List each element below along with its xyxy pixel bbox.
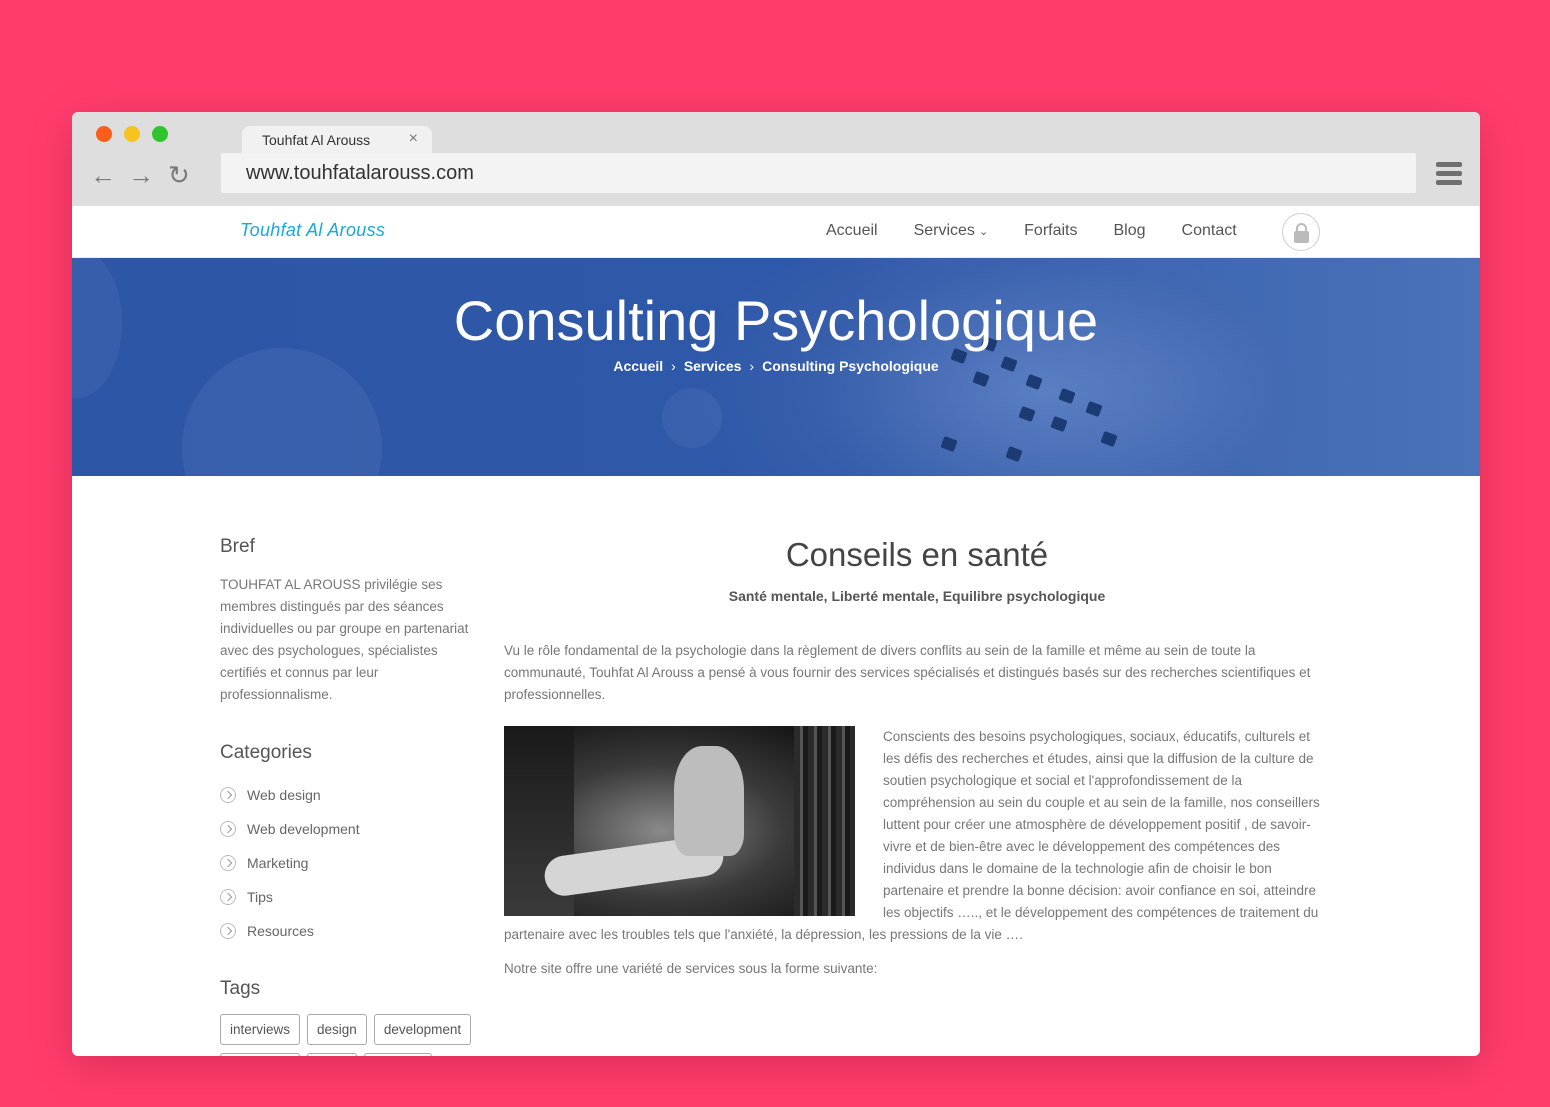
categories-heading: Categories bbox=[220, 742, 312, 763]
chevron-circle-icon bbox=[220, 821, 236, 837]
bref-heading: Bref bbox=[220, 536, 255, 557]
nav-item-services[interactable]: Services ⌄ bbox=[914, 222, 989, 240]
maximize-window-button[interactable] bbox=[152, 126, 168, 142]
browser-chrome: Touhfat Al Arouss × ← → ↻ bbox=[72, 112, 1480, 206]
intro-paragraph: Vu le rôle fondamental de la psychologie… bbox=[504, 643, 1311, 702]
main-content: Conseils en santé Santé mentale, Liberté… bbox=[504, 536, 1330, 980]
tag-partial[interactable] bbox=[220, 1053, 300, 1056]
reload-icon[interactable]: ↻ bbox=[168, 160, 190, 190]
bref-text: TOUHFAT AL AROUSS privilégie ses membres… bbox=[220, 577, 469, 702]
breadcrumb-current: Consulting Psychologique bbox=[762, 358, 939, 374]
category-label: Marketing bbox=[247, 855, 309, 871]
tag-partial[interactable] bbox=[364, 1053, 432, 1056]
browser-tab[interactable]: Touhfat Al Arouss × bbox=[242, 126, 432, 156]
back-arrow-icon[interactable]: ← bbox=[90, 160, 116, 190]
breadcrumb-services[interactable]: Services bbox=[684, 358, 742, 374]
url-input[interactable] bbox=[221, 153, 1416, 193]
close-window-button[interactable] bbox=[96, 126, 112, 142]
category-item[interactable]: Resources bbox=[220, 914, 472, 948]
site-logo[interactable]: Touhfat Al Arouss bbox=[240, 220, 385, 241]
page-title: Consulting Psychologique bbox=[453, 289, 1099, 352]
breadcrumb: Accueil › Services › Consulting Psychologiqu… bbox=[72, 358, 1480, 374]
breadcrumb-separator: › bbox=[671, 358, 676, 374]
chevron-circle-icon bbox=[220, 923, 236, 939]
category-label: Web design bbox=[247, 787, 321, 803]
nav-item-contact[interactable]: Contact bbox=[1182, 222, 1237, 240]
tab-close-icon[interactable]: × bbox=[409, 130, 418, 148]
services-intro-paragraph: Notre site offre une variété de services… bbox=[504, 961, 878, 976]
browser-menu-icon[interactable] bbox=[1436, 162, 1462, 186]
lock-icon[interactable] bbox=[1282, 213, 1320, 251]
tab-title: Touhfat Al Arouss bbox=[262, 132, 371, 148]
sidebar: Bref TOUHFAT AL AROUSS privilégie ses me… bbox=[220, 536, 472, 1056]
nav-item-forfaits[interactable]: Forfaits bbox=[1024, 222, 1077, 240]
main-nav: Accueil Services ⌄ Forfaits Blog Contact bbox=[826, 222, 1273, 240]
tags-heading: Tags bbox=[220, 978, 261, 999]
chevron-down-icon: ⌄ bbox=[978, 226, 989, 238]
tag-development[interactable]: development bbox=[373, 1014, 472, 1045]
tag-interviews[interactable]: interviews bbox=[220, 1014, 301, 1045]
nav-item-accueil[interactable]: Accueil bbox=[826, 222, 878, 240]
hero-banner: Consulting Psychologique Accueil › Service… bbox=[72, 258, 1480, 476]
minimize-window-button[interactable] bbox=[124, 126, 140, 142]
nav-item-blog[interactable]: Blog bbox=[1114, 222, 1146, 240]
category-label: Resources bbox=[247, 923, 314, 939]
category-item[interactable]: Web development bbox=[220, 812, 472, 846]
section-title: Conseils en santé bbox=[785, 536, 1049, 573]
tag-cloud: interviews design development bbox=[220, 1014, 480, 1056]
nav-item-services-label: Services bbox=[913, 222, 975, 239]
forward-arrow-icon[interactable]: → bbox=[128, 160, 154, 190]
category-list: Web design Web development Marketing Tip… bbox=[220, 778, 472, 948]
site-header: Touhfat Al Arouss Accueil Services ⌄ Forf… bbox=[72, 206, 1480, 258]
address-bar[interactable] bbox=[221, 153, 1416, 193]
chevron-circle-icon bbox=[220, 855, 236, 871]
section-subtitle: Santé mentale, Liberté mentale, Equilibr… bbox=[728, 588, 1106, 604]
chevron-circle-icon bbox=[220, 787, 236, 803]
category-label: Tips bbox=[247, 889, 273, 905]
couple-reading-photo bbox=[504, 726, 855, 916]
browser-window: Touhfat Al Arouss × ← → ↻ Touhfat Al Aro… bbox=[72, 112, 1480, 1056]
breadcrumb-separator: › bbox=[749, 358, 755, 374]
category-item[interactable]: Marketing bbox=[220, 846, 472, 880]
media-block: Conscients des besoins psychologiques, s… bbox=[504, 726, 1330, 946]
tag-partial[interactable] bbox=[307, 1053, 357, 1056]
category-item[interactable]: Web design bbox=[220, 778, 472, 812]
category-label: Web development bbox=[247, 821, 360, 837]
chevron-circle-icon bbox=[220, 889, 236, 905]
breadcrumb-accueil[interactable]: Accueil bbox=[613, 358, 663, 374]
tag-design[interactable]: design bbox=[307, 1014, 367, 1045]
category-item[interactable]: Tips bbox=[220, 880, 472, 914]
